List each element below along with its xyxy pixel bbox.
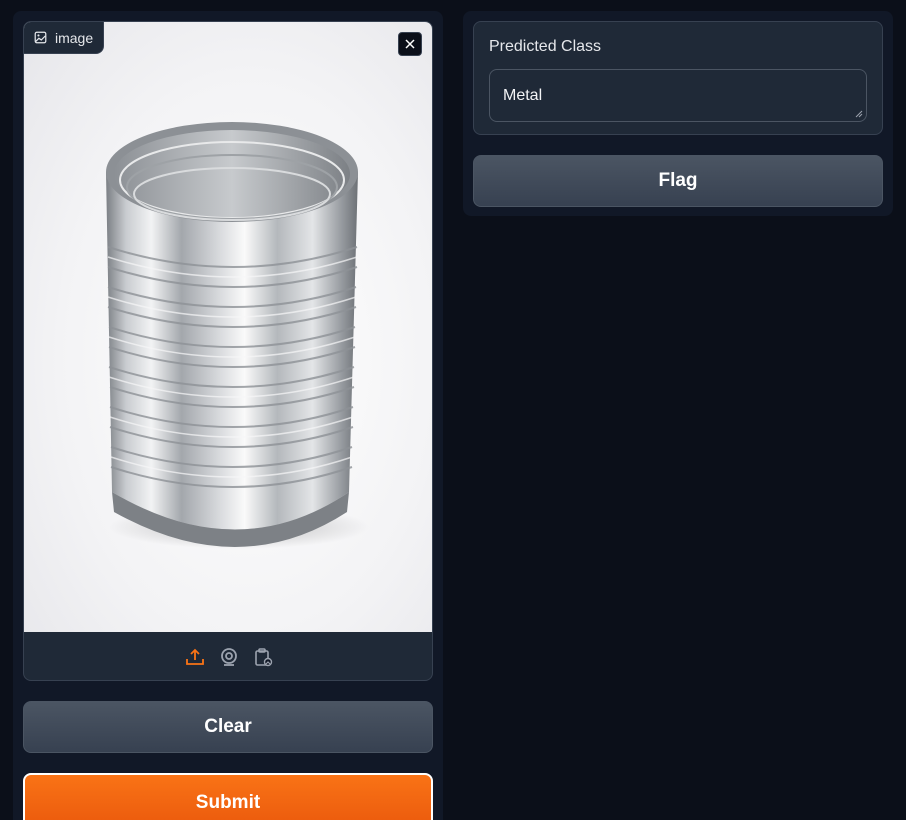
submit-button[interactable]: Submit [23, 773, 433, 820]
clear-button[interactable]: Clear [23, 701, 433, 753]
output-column: Predicted Class Metal Flag [463, 11, 893, 216]
image-input[interactable]: image [23, 21, 433, 681]
close-icon [405, 39, 415, 49]
upload-button[interactable] [185, 647, 205, 667]
upload-icon [186, 648, 204, 665]
input-column: image Clear Submit [13, 11, 443, 820]
flag-button[interactable]: Flag [473, 155, 883, 207]
image-source-toolbar [24, 632, 432, 680]
image-label-badge: image [24, 22, 105, 54]
clear-image-button[interactable] [398, 32, 422, 56]
webcam-button[interactable] [219, 647, 239, 667]
output-textbox-block: Predicted Class Metal [473, 21, 883, 135]
paste-clipboard-button[interactable] [253, 647, 273, 667]
output-label: Predicted Class [489, 38, 602, 55]
uploaded-image [24, 22, 432, 632]
image-icon [34, 31, 47, 44]
predicted-class-value: Metal [503, 87, 543, 104]
webcam-icon [221, 648, 237, 666]
predicted-class-output[interactable]: Metal [489, 69, 867, 122]
resize-handle-icon[interactable] [855, 110, 863, 118]
clipboard-icon [255, 648, 273, 667]
image-label: image [55, 29, 94, 46]
